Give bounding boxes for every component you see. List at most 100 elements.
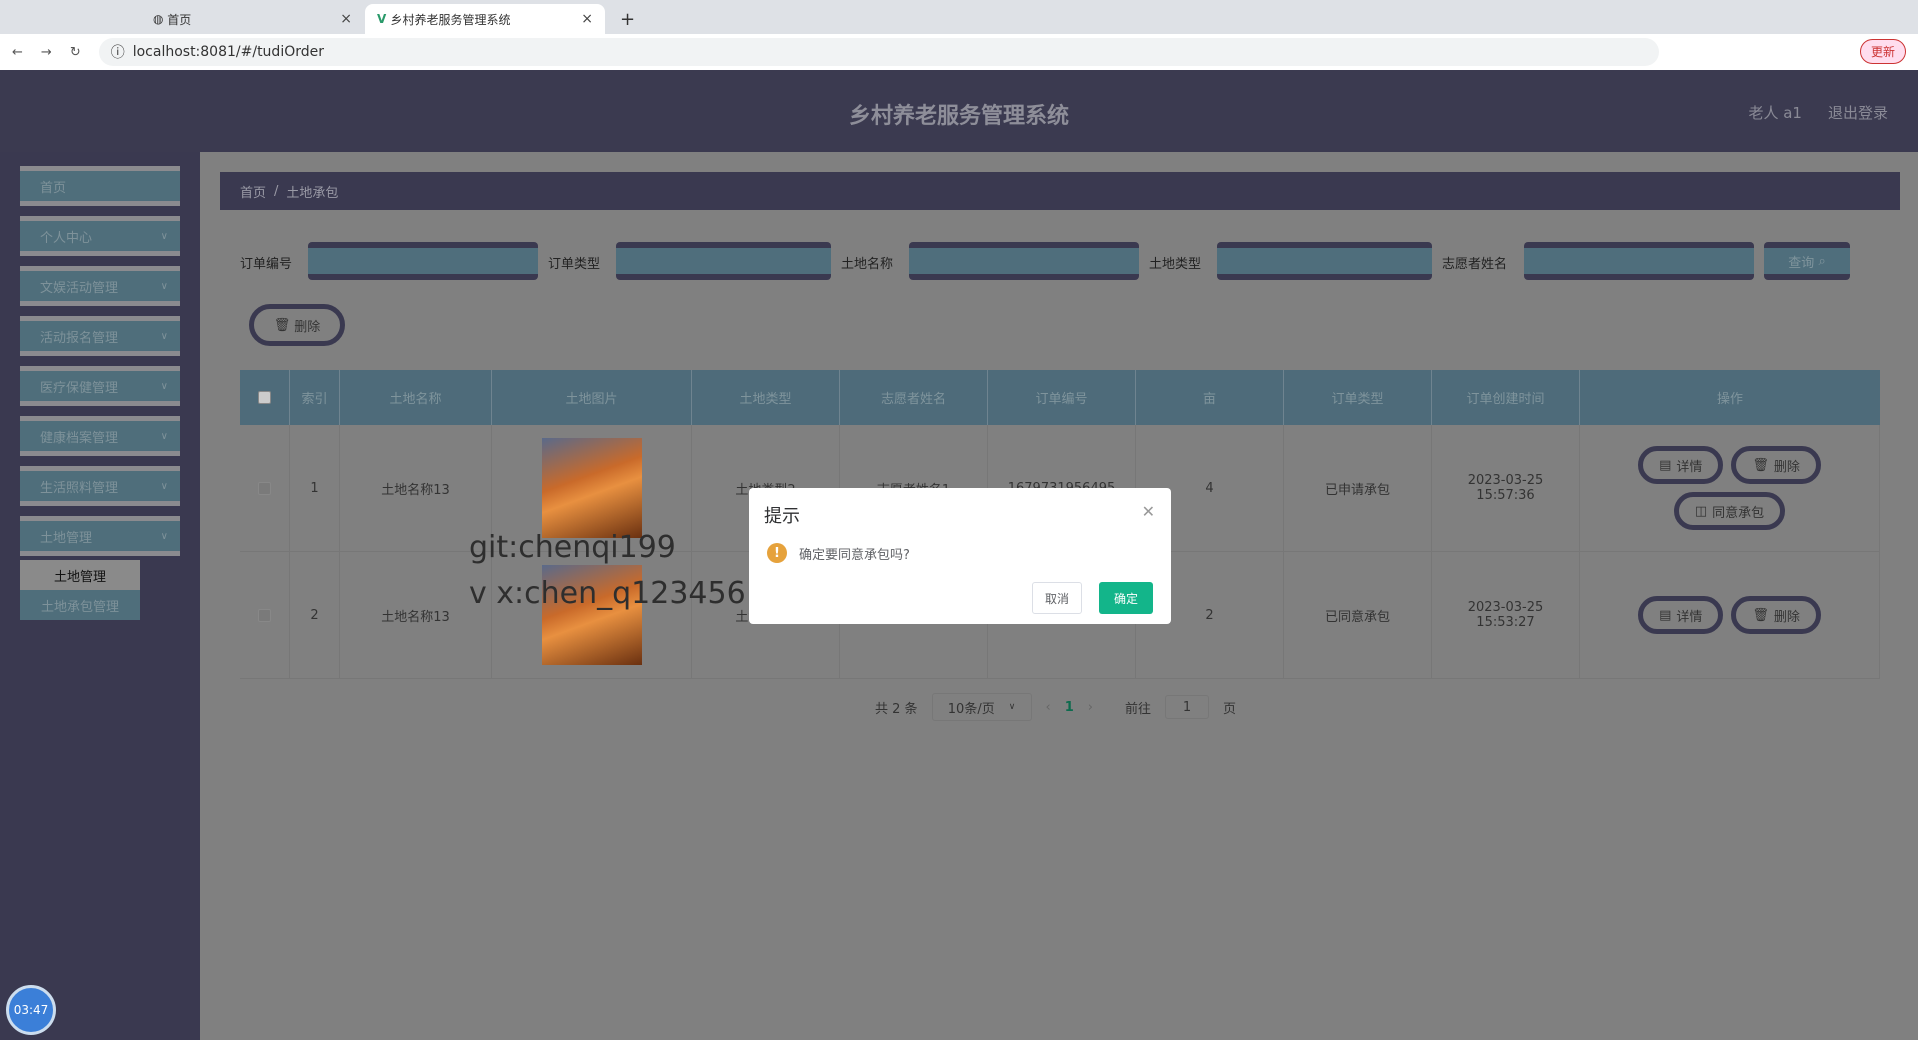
delete-button[interactable]: 🗑 删除 <box>1731 596 1821 634</box>
warning-icon: ! <box>767 543 787 563</box>
land-name-input[interactable] <box>909 242 1139 280</box>
col-index: 索引 <box>290 370 340 425</box>
prev-page-icon[interactable]: ‹ <box>1046 700 1051 715</box>
land-name-label: 土地名称 <box>841 257 894 272</box>
back-icon[interactable]: ← <box>12 45 23 60</box>
chevron-down-icon: ∨ <box>160 480 168 492</box>
reload-icon[interactable]: ↻ <box>70 45 81 60</box>
col-actions: 操作 <box>1716 392 1743 407</box>
browser-tab-bar: ◍ 首页 × V 乡村养老服务管理系统 × + <box>0 0 1918 34</box>
detail-button[interactable]: ▤ 详情 <box>1638 596 1724 634</box>
land-type-select[interactable] <box>1217 242 1432 280</box>
detail-label: 详情 <box>1676 459 1703 475</box>
tab-label: 乡村养老服务管理系统 <box>390 12 511 27</box>
tab-home[interactable]: ◍ 首页 × <box>145 4 360 34</box>
tab-system[interactable]: V 乡村养老服务管理系统 × <box>365 4 605 34</box>
sidebar: 首页 个人中心 ∨ 文娱活动管理 ∨ 活动报名管理 ∨ 医疗保健管理 ∨ 健康档案管理 ∨… <box>0 152 200 1040</box>
row-checkbox[interactable] <box>240 425 290 551</box>
agree-label: 同意承包 <box>1712 505 1765 521</box>
row-land-image <box>492 552 692 678</box>
delete-button[interactable]: 🗑 删除 <box>1731 446 1821 484</box>
sidebar-item-land[interactable]: 土地管理 ∨ <box>20 516 180 556</box>
order-type-select[interactable] <box>616 242 831 280</box>
row-checkbox[interactable] <box>240 552 290 678</box>
sidebar-item-signup[interactable]: 活动报名管理 ∨ <box>20 316 180 356</box>
menu-label: 健康档案管理 <box>40 430 119 446</box>
dialog-title: 提示 <box>764 506 800 527</box>
app-header: 乡村养老服务管理系统 老人 a1 退出登录 <box>0 70 1918 152</box>
close-icon[interactable]: ✕ <box>1142 502 1155 521</box>
sidebar-item-care[interactable]: 生活照料管理 ∨ <box>20 466 180 506</box>
submenu-land-contract[interactable]: 土地承包管理 <box>20 590 140 620</box>
col-land-name[interactable]: 土地名称 <box>340 370 492 425</box>
info-icon: ⓘ <box>110 45 125 61</box>
batch-delete-button[interactable]: 🗑 删除 <box>249 304 345 346</box>
chevron-down-icon: ∨ <box>1008 702 1016 712</box>
order-no-input[interactable] <box>308 242 538 280</box>
volunteer-name-input[interactable] <box>1524 242 1754 280</box>
row-order-type: 已申请承包 <box>1284 425 1432 551</box>
trash-icon: 🗑 <box>1752 607 1769 623</box>
sidebar-item-medical[interactable]: 医疗保健管理 ∨ <box>20 366 180 406</box>
total-count: 共 2 条 <box>875 701 918 717</box>
row-created: 2023-03-25 15:53:27 <box>1432 552 1580 678</box>
delete-label: 删除 <box>294 319 321 335</box>
page-suffix: 页 <box>1223 701 1237 717</box>
document-icon: ▤ <box>1659 607 1672 623</box>
menu-label: 文娱活动管理 <box>40 280 119 296</box>
cancel-button[interactable]: 取消 <box>1032 582 1082 614</box>
close-tab-icon[interactable]: × <box>581 11 593 27</box>
row-actions: ▤ 详情 🗑 删除 ◫ 同意承包 <box>1580 425 1880 551</box>
page-number-current[interactable]: 1 <box>1065 700 1074 715</box>
row-actions: ▤ 详情 🗑 删除 <box>1580 552 1880 678</box>
logout-link[interactable]: 退出登录 <box>1828 102 1888 123</box>
detail-button[interactable]: ▤ 详情 <box>1638 446 1724 484</box>
trash-icon: 🗑 <box>273 317 291 333</box>
col-order-no[interactable]: 订单编号 <box>988 370 1136 425</box>
sidebar-item-activity[interactable]: 文娱活动管理 ∨ <box>20 266 180 306</box>
row-order-type: 已同意承包 <box>1284 552 1432 678</box>
update-button[interactable]: 更新 <box>1859 39 1906 64</box>
goto-page-input[interactable]: 1 <box>1165 695 1210 719</box>
volunteer-name-label: 志愿者姓名 <box>1442 257 1508 272</box>
menu-label: 活动报名管理 <box>40 330 119 346</box>
menu-label: 生活照料管理 <box>40 480 119 496</box>
menu-label: 土地管理 <box>40 530 93 546</box>
order-no-label: 订单编号 <box>240 257 293 272</box>
menu-label: 个人中心 <box>40 230 93 246</box>
breadcrumb-current: 土地承包 <box>286 185 339 201</box>
url-input[interactable]: ⓘ localhost:8081/#/tudiOrder <box>98 38 1659 66</box>
url-text: localhost:8081/#/tudiOrder <box>132 44 324 60</box>
new-tab-button[interactable]: + <box>620 4 635 34</box>
sidebar-item-home[interactable]: 首页 <box>20 166 180 206</box>
select-all-checkbox[interactable] <box>240 370 290 425</box>
col-order-type[interactable]: 订单类型 <box>1284 370 1432 425</box>
agree-contract-button[interactable]: ◫ 同意承包 <box>1673 492 1786 530</box>
next-page-icon[interactable]: › <box>1088 700 1093 715</box>
close-tab-icon[interactable]: × <box>340 11 352 27</box>
sidebar-item-personal[interactable]: 个人中心 ∨ <box>20 216 180 256</box>
confirm-button[interactable]: 确定 <box>1099 582 1153 614</box>
submenu-land[interactable]: 土地管理 <box>20 560 140 590</box>
menu-label: 首页 <box>40 180 67 196</box>
land-image <box>541 438 642 538</box>
menu-label: 医疗保健管理 <box>40 380 119 396</box>
watermark-line1: git:chenqi199 <box>469 530 676 565</box>
page-size-select[interactable]: 10条/页 ∨ <box>931 693 1032 721</box>
row-land-name: 土地名称13 <box>340 552 492 678</box>
confirm-dialog: 提示 ✕ ! 确定要同意承包吗? 取消 确定 <box>749 488 1171 624</box>
trash-icon: 🗑 <box>1752 457 1769 473</box>
col-created[interactable]: 订单创建时间 <box>1432 370 1580 425</box>
col-volunteer[interactable]: 志愿者姓名 <box>840 370 988 425</box>
query-button[interactable]: 查询 ⌕ <box>1764 242 1850 280</box>
chevron-down-icon: ∨ <box>160 530 168 542</box>
col-land-image[interactable]: 土地图片 <box>492 370 692 425</box>
chevron-down-icon: ∨ <box>160 380 168 392</box>
row-index: 1 <box>290 425 340 551</box>
col-land-type[interactable]: 土地类型 <box>692 370 840 425</box>
forward-icon[interactable]: → <box>41 45 52 60</box>
breadcrumb-home[interactable]: 首页 <box>240 182 266 201</box>
chevron-down-icon: ∨ <box>160 280 168 292</box>
col-mu[interactable]: 亩 <box>1136 370 1284 425</box>
sidebar-item-health[interactable]: 健康档案管理 ∨ <box>20 416 180 456</box>
